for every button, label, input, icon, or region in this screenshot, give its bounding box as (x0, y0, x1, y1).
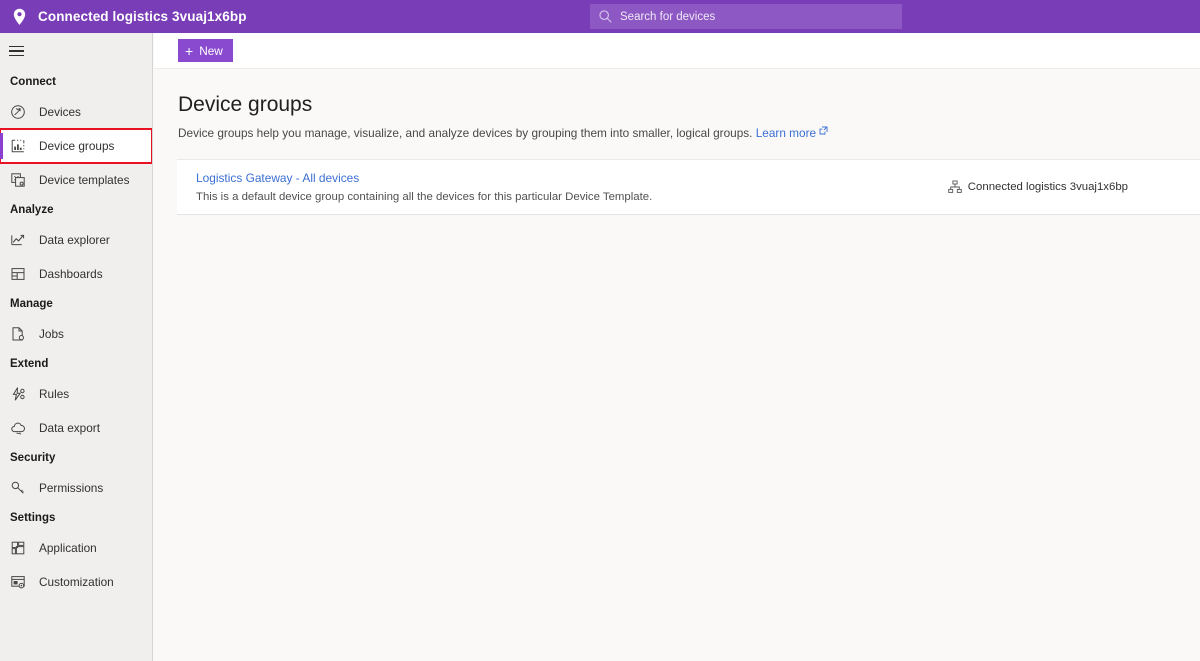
sidebar-section-extend: Extend (0, 351, 152, 377)
device-group-info: Logistics Gateway - All devices This is … (177, 171, 652, 203)
device-group-app: Connected logistics 3vuaj1x6bp (948, 180, 1128, 194)
sidebar-item-permissions[interactable]: Permissions (0, 471, 152, 505)
sidebar-navigation: Connect Devices Device groups (0, 33, 153, 661)
sidebar-item-label: Customization (39, 575, 114, 589)
sidebar-item-label: Application (39, 541, 97, 555)
plus-icon: + (185, 44, 193, 58)
search-input[interactable]: Search for devices (590, 4, 902, 29)
device-group-row[interactable]: Logistics Gateway - All devices This is … (177, 159, 1200, 215)
device-group-link[interactable]: Logistics Gateway - All devices (196, 171, 652, 185)
sidebar-item-label: Devices (39, 105, 81, 119)
sidebar-item-jobs[interactable]: Jobs (0, 317, 152, 351)
top-app-bar: Connected logistics 3vuaj1x6bp Search fo… (0, 0, 1200, 33)
sidebar-item-device-templates[interactable]: Device templates (0, 163, 152, 197)
sidebar-item-label: Device groups (39, 139, 114, 153)
sidebar-item-label: Data explorer (39, 233, 110, 247)
sidebar-item-label: Rules (39, 387, 69, 401)
customization-icon (10, 574, 26, 590)
permissions-key-icon (10, 480, 26, 496)
sidebar-section-connect: Connect (0, 69, 152, 95)
dashboards-icon (10, 266, 26, 282)
sidebar-item-data-export[interactable]: Data export (0, 411, 152, 445)
sidebar-item-label: Dashboards (39, 267, 103, 281)
sidebar-section-manage: Manage (0, 291, 152, 317)
sidebar-item-label: Jobs (39, 327, 64, 341)
org-hierarchy-icon (948, 180, 962, 194)
data-export-icon (10, 420, 26, 436)
sidebar-item-label: Permissions (39, 481, 103, 495)
device-group-description: This is a default device group containin… (196, 191, 652, 203)
sidebar-item-label: Device templates (39, 173, 129, 187)
app-logo[interactable] (0, 0, 38, 33)
sidebar-item-application[interactable]: Application (0, 531, 152, 565)
page-header: Device groups Device groups help you man… (154, 69, 1200, 142)
new-button[interactable]: + New (178, 39, 233, 62)
external-link-icon (819, 126, 828, 135)
sidebar-item-label: Data export (39, 421, 100, 435)
page-description-text: Device groups help you manage, visualize… (178, 126, 752, 140)
sidebar-item-customization[interactable]: Customization (0, 565, 152, 599)
sidebar-section-security: Security (0, 445, 152, 471)
learn-more-label: Learn more (756, 126, 816, 140)
new-button-label: New (199, 44, 223, 58)
page-description: Device groups help you manage, visualize… (178, 126, 1176, 142)
command-bar: + New (154, 33, 1200, 69)
learn-more-link[interactable]: Learn more (756, 126, 816, 140)
data-explorer-icon (10, 232, 26, 248)
hamburger-menu-icon[interactable] (0, 33, 153, 69)
sidebar-section-settings: Settings (0, 505, 152, 531)
jobs-icon (10, 326, 26, 342)
sidebar-item-rules[interactable]: Rules (0, 377, 152, 411)
device-group-app-name: Connected logistics 3vuaj1x6bp (968, 181, 1128, 193)
app-title: Connected logistics 3vuaj1x6bp (38, 9, 247, 24)
hamburger-bars (9, 43, 24, 59)
page-title: Device groups (178, 93, 1176, 116)
device-groups-list: Logistics Gateway - All devices This is … (154, 159, 1200, 215)
search-placeholder: Search for devices (620, 11, 715, 23)
device-templates-icon (10, 172, 26, 188)
sidebar-item-data-explorer[interactable]: Data explorer (0, 223, 152, 257)
sidebar-item-devices[interactable]: Devices (0, 95, 152, 129)
application-icon (10, 540, 26, 556)
main-content: + New Device groups Device groups help y… (154, 33, 1200, 661)
sidebar-item-device-groups[interactable]: Device groups (0, 129, 152, 163)
location-pin-icon (12, 8, 27, 26)
devices-icon (10, 104, 26, 120)
search-icon (598, 9, 613, 24)
sidebar-section-analyze: Analyze (0, 197, 152, 223)
rules-icon (10, 386, 26, 402)
sidebar-item-dashboards[interactable]: Dashboards (0, 257, 152, 291)
device-groups-icon (10, 138, 26, 154)
